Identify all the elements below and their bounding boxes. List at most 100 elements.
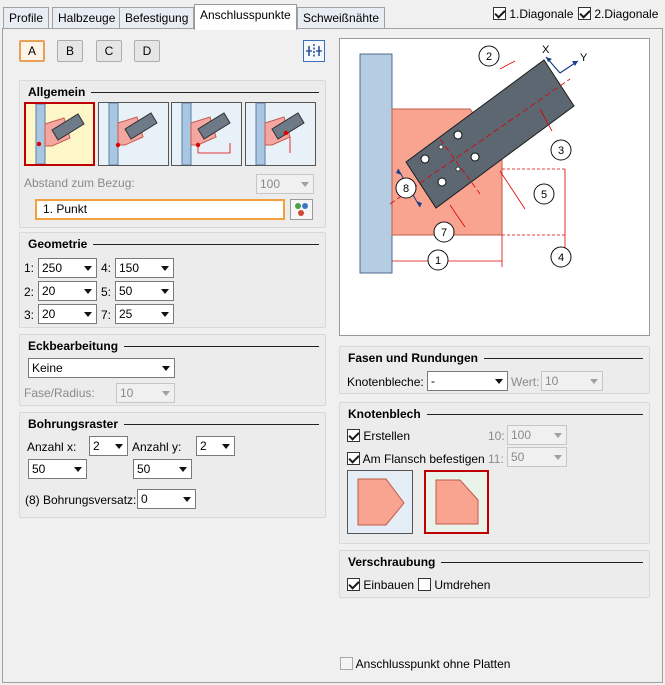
- erstellen-check[interactable]: [347, 429, 360, 442]
- f10-select[interactable]: 100: [507, 425, 567, 445]
- variant-b-button[interactable]: B: [57, 40, 83, 62]
- diagonale-1-label: 1.Diagonale: [509, 7, 574, 21]
- symmetry-button[interactable]: [303, 40, 325, 62]
- chamfered-plate-icon: [435, 479, 479, 525]
- bezug-4-icon: [246, 102, 315, 166]
- fase-label: Fase/Radius:: [24, 386, 95, 400]
- punkt-pick-button[interactable]: [290, 199, 313, 220]
- bezug-3-icon: [172, 102, 241, 166]
- umdrehen-checkbox[interactable]: Umdrehen: [418, 578, 490, 592]
- abstand-x-select[interactable]: 50: [28, 459, 87, 479]
- dim-label-3: 3: [558, 145, 564, 157]
- pick-point-icon: [295, 203, 308, 216]
- bezug-2-icon: [99, 102, 168, 166]
- variant-a-button[interactable]: A: [19, 40, 45, 62]
- diagonale-1-check[interactable]: [493, 7, 506, 20]
- f10-label: 10:: [488, 429, 505, 443]
- verschraubung-title: Verschraubung: [348, 555, 643, 569]
- anzahl-x-select[interactable]: 2: [89, 436, 128, 456]
- eckbearbeitung-title: Eckbearbeitung: [28, 339, 319, 353]
- dim-label-8: 8: [403, 183, 409, 195]
- dim-label-2: 2: [486, 51, 492, 63]
- dim-label-4: 4: [558, 252, 564, 264]
- allgemein-title: Allgemein: [28, 85, 319, 99]
- diagonale-2-label: 2.Diagonale: [594, 7, 659, 21]
- geo-3-label: 3:: [24, 308, 35, 322]
- symmetry-icon: [306, 44, 322, 58]
- dim-label-1: 1: [435, 255, 441, 267]
- flansch-checkbox[interactable]: Am Flansch befestigen: [347, 452, 485, 466]
- punkt-value: 1. Punkt: [43, 202, 88, 216]
- einbauen-label: Einbauen: [363, 578, 415, 592]
- bezug-option-2[interactable]: [98, 102, 169, 166]
- ohne-platten-check[interactable]: [340, 657, 353, 670]
- bezug-option-4[interactable]: [245, 102, 316, 166]
- fasen-title: Fasen und Rundungen: [348, 351, 643, 365]
- ohne-platten-checkbox[interactable]: Anschlusspunkt ohne Platten: [340, 657, 510, 671]
- einbauen-checkbox[interactable]: Einbauen: [347, 578, 414, 592]
- einbauen-check[interactable]: [347, 578, 360, 591]
- tab-anschlusspunkte[interactable]: Anschlusspunkte: [194, 4, 297, 30]
- axis-x-label: X: [542, 44, 550, 56]
- anzahl-y-label: Anzahl y:: [132, 440, 182, 454]
- ohne-platten-label: Anschlusspunkt ohne Platten: [355, 657, 511, 671]
- tab-halbzeuge[interactable]: Halbzeuge: [52, 7, 122, 29]
- geo-3-select[interactable]: 20: [38, 304, 97, 324]
- knotenbleche-label: Knotenbleche:: [347, 375, 424, 389]
- tab-bar: Profile Halbzeuge Befestigung Anschlussp…: [0, 0, 665, 30]
- f11-label: 11:: [488, 452, 504, 466]
- versatz-select[interactable]: 0: [137, 489, 196, 509]
- umdrehen-label: Umdrehen: [434, 578, 491, 592]
- versatz-label: (8) Bohrungsversatz:: [25, 493, 137, 507]
- erstellen-label: Erstellen: [363, 429, 411, 443]
- tab-profile[interactable]: Profile: [3, 7, 50, 29]
- geo-5-select[interactable]: 50: [115, 281, 174, 301]
- blech-shape-chamfered-button[interactable]: [424, 470, 489, 534]
- geo-2-select[interactable]: 20: [38, 281, 97, 301]
- diagram-panel: X Y 1 2 3 4 5 7 8: [339, 38, 650, 336]
- dim-label-7: 7: [441, 227, 447, 239]
- geo-4-label: 4:: [101, 261, 112, 275]
- geo-4-select[interactable]: 150: [115, 258, 174, 278]
- fase-select[interactable]: 10: [116, 383, 175, 403]
- knotenbleche-select[interactable]: -: [427, 371, 508, 391]
- knotenblech-title: Knotenblech: [348, 407, 643, 421]
- blech-shape-pointed-button[interactable]: [347, 470, 413, 534]
- variant-d-button[interactable]: D: [134, 40, 160, 62]
- umdrehen-check[interactable]: [418, 578, 431, 591]
- anzahl-y-select[interactable]: 2: [196, 436, 235, 456]
- geo-2-label: 2:: [24, 285, 35, 299]
- abstand-select[interactable]: 100: [256, 174, 314, 194]
- abstand-value: 100: [260, 177, 281, 191]
- geo-7-label: 7:: [101, 308, 112, 322]
- eck-mode-select[interactable]: Keine: [28, 358, 175, 378]
- bezug-option-1[interactable]: [24, 102, 95, 166]
- pointed-plate-icon: [357, 478, 405, 526]
- abstand-y-select[interactable]: 50: [133, 459, 192, 479]
- connection-diagram: X Y 1 2 3 4 5 7 8: [359, 44, 588, 274]
- erstellen-checkbox[interactable]: Erstellen: [347, 429, 410, 443]
- geo-5-label: 5:: [101, 285, 112, 299]
- f11-select[interactable]: 50: [507, 447, 567, 467]
- geo-1-select[interactable]: 250: [38, 258, 97, 278]
- tab-befestigung[interactable]: Befestigung: [119, 7, 195, 29]
- bezug-1-icon: [26, 103, 93, 165]
- diagonale-2-check[interactable]: [578, 7, 591, 20]
- bohrungsraster-title: Bohrungsraster: [28, 417, 319, 431]
- abstand-label: Abstand zum Bezug:: [24, 176, 135, 190]
- tab-schweissnaehte[interactable]: Schweißnähte: [297, 7, 386, 29]
- wert-select[interactable]: 10: [541, 371, 603, 391]
- flansch-label: Am Flansch befestigen: [362, 452, 485, 466]
- wert-label: Wert:: [511, 375, 540, 389]
- variant-c-button[interactable]: C: [96, 40, 122, 62]
- punkt-input[interactable]: 1. Punkt: [35, 199, 285, 220]
- diagonale-2-checkbox[interactable]: 2.Diagonale: [578, 7, 658, 21]
- axis-y-label: Y: [580, 52, 588, 64]
- bezug-option-3[interactable]: [171, 102, 242, 166]
- diagonale-1-checkbox[interactable]: 1.Diagonale: [493, 7, 573, 21]
- flansch-check[interactable]: [347, 452, 360, 465]
- geo-7-select[interactable]: 25: [115, 304, 174, 324]
- dim-label-5: 5: [541, 189, 547, 201]
- geometrie-title: Geometrie: [28, 237, 319, 251]
- anzahl-x-label: Anzahl x:: [27, 440, 77, 454]
